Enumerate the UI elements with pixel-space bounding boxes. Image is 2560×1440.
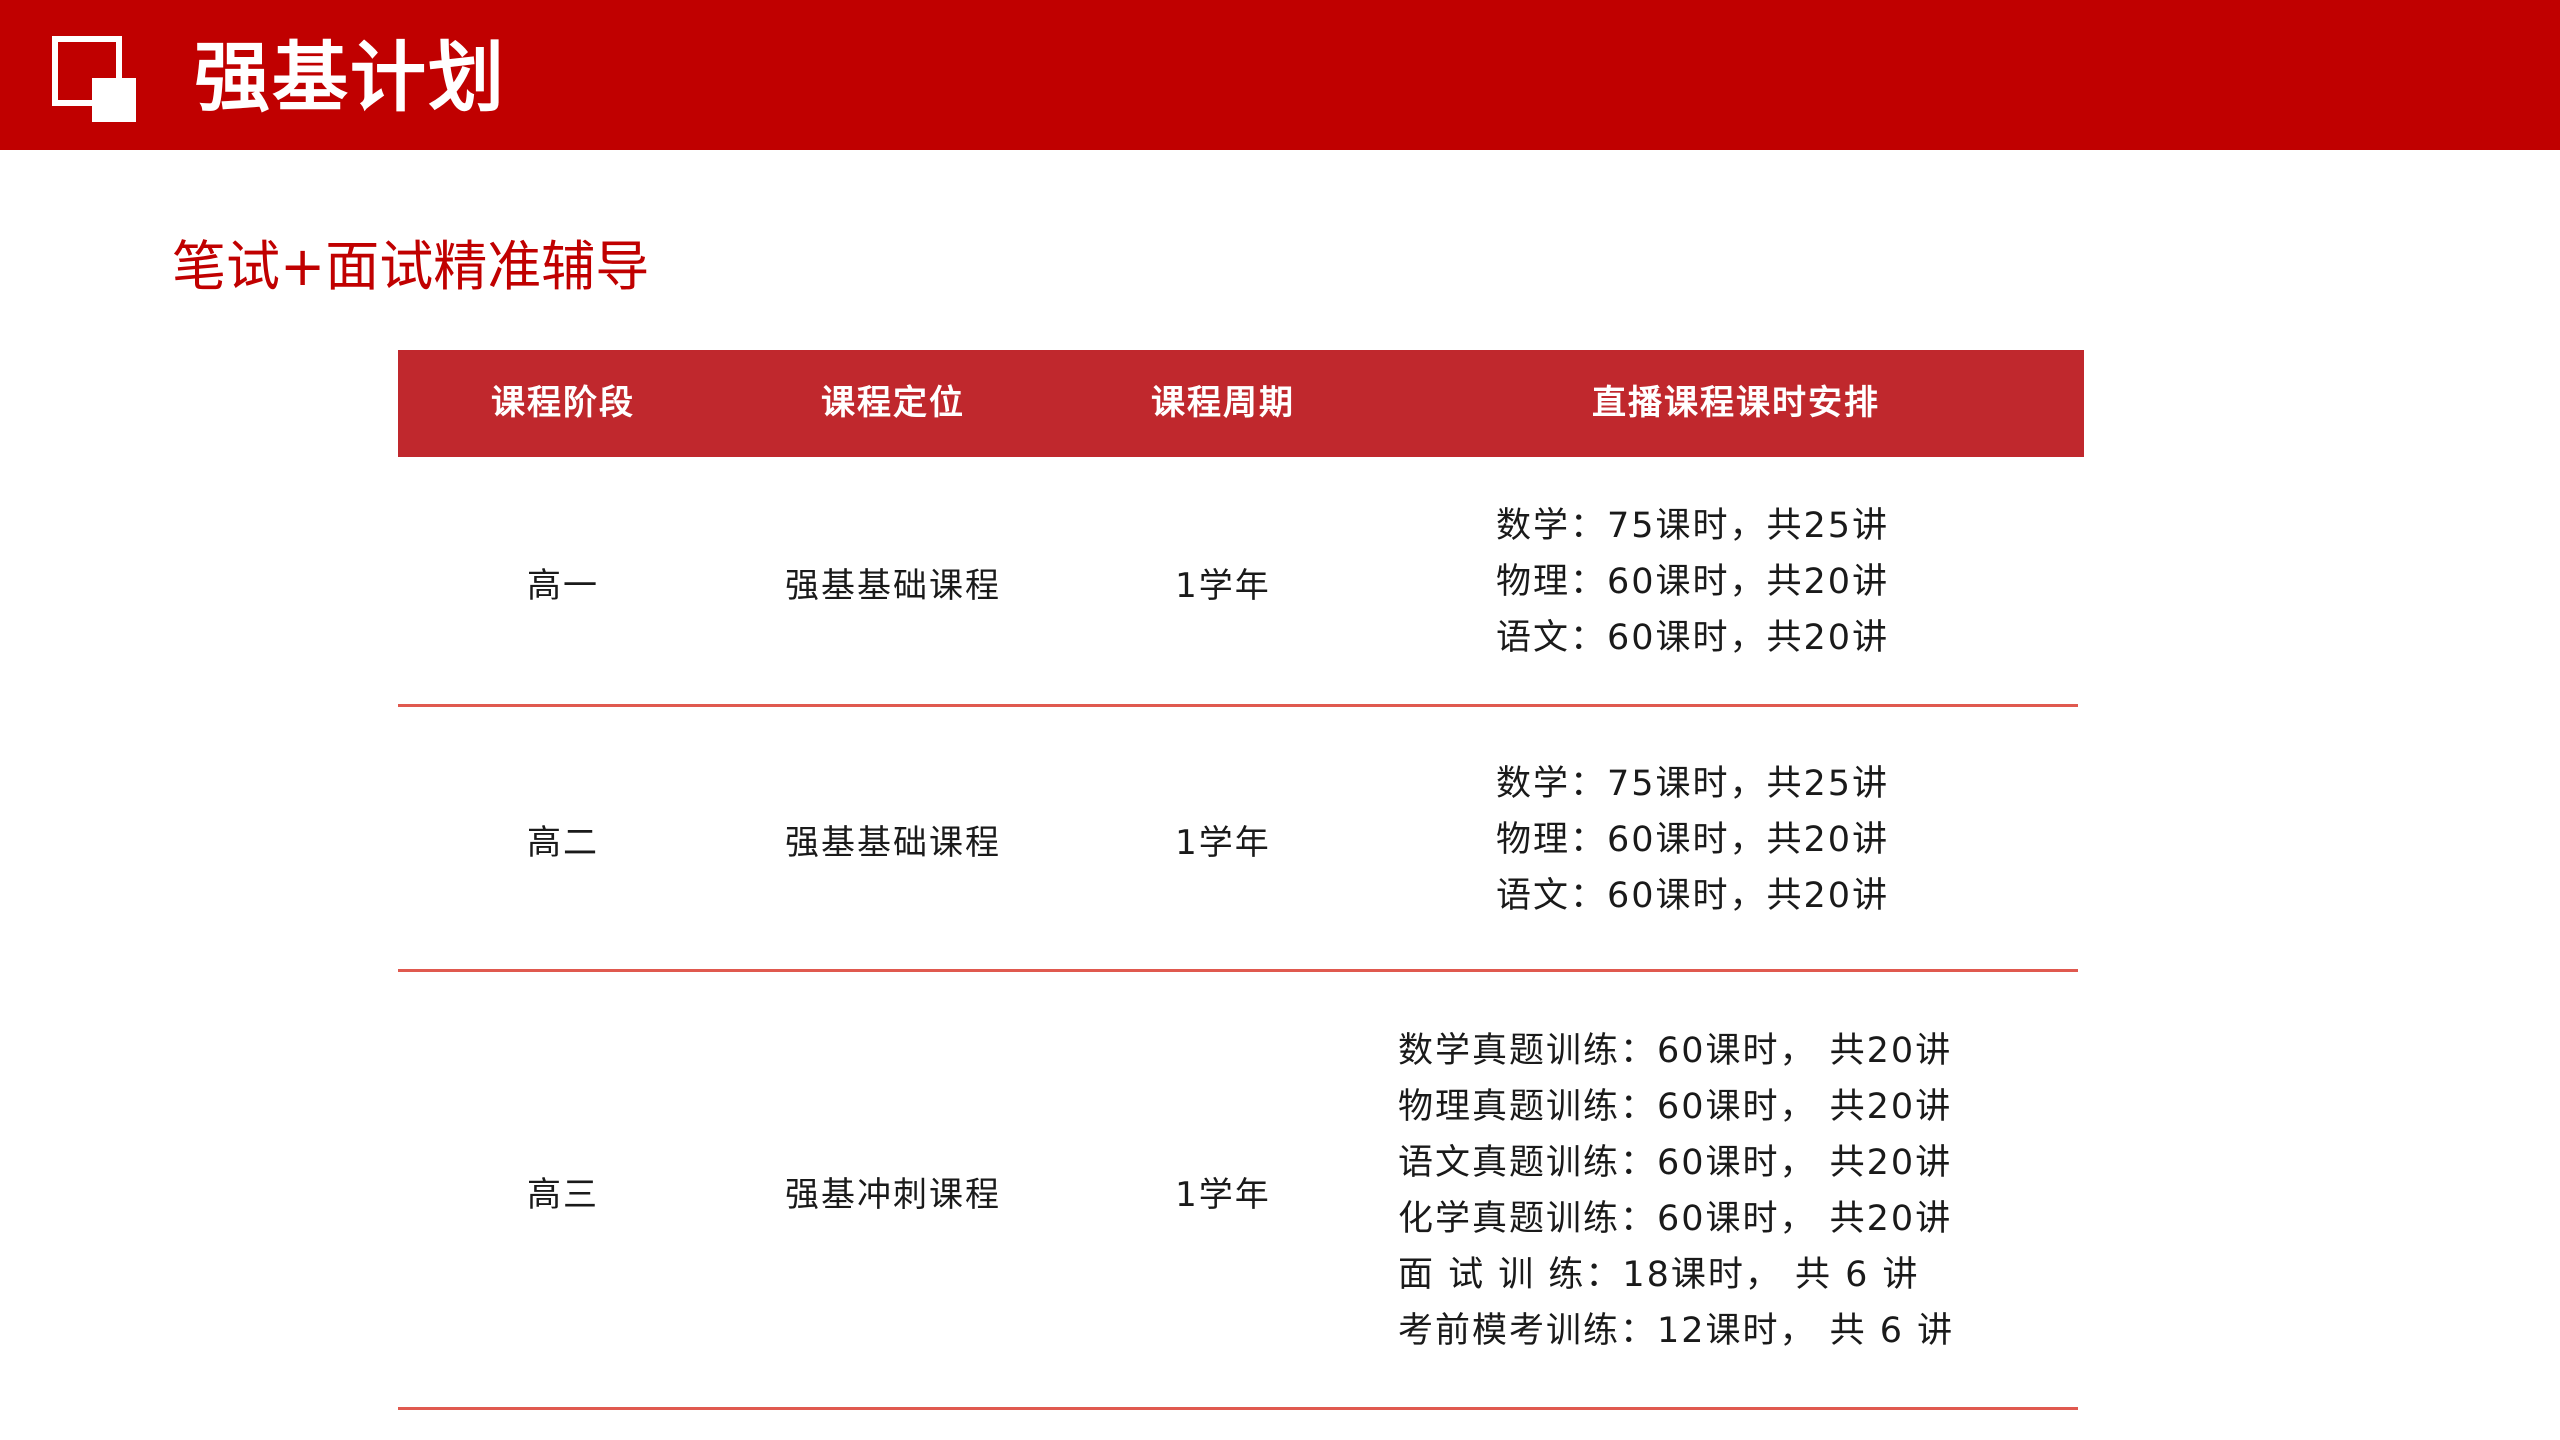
period-cell: 1学年	[1175, 1174, 1271, 1215]
table-row: 高三 强基冲刺课程 1学年 数学真题训练：60课时， 共20讲 物理真题训练：6…	[398, 972, 2084, 1410]
schedule-cell: 数学：75课时，共25讲 物理：60课时，共20讲 语文：60课时，共20讲	[1496, 457, 1889, 707]
schedule-line: 数学真题训练：60课时， 共20讲	[1398, 1031, 1953, 1071]
table-row: 高二 强基基础课程 1学年 数学：75课时，共25讲 物理：60课时，共20讲 …	[398, 707, 2084, 972]
table-row: 高一 强基基础课程 1学年 数学：75课时，共25讲 物理：60课时，共20讲 …	[398, 457, 2084, 707]
schedule-line: 数学：75课时，共25讲	[1496, 506, 1890, 546]
column-header-stage: 课程阶段	[491, 383, 635, 423]
page-title: 强基计划	[194, 33, 506, 122]
period-cell: 1学年	[1175, 565, 1271, 606]
stage-cell: 高三	[527, 1174, 599, 1215]
schedule-cell: 数学：75课时，共25讲 物理：60课时，共20讲 语文：60课时，共20讲	[1496, 707, 1889, 972]
schedule-line: 考前模考训练：12课时， 共 6 讲	[1398, 1311, 1955, 1351]
section-subtitle: 笔试+面试精准辅导	[172, 235, 650, 298]
schedule-line: 面 试 训 练：18课时， 共 6 讲	[1398, 1255, 1920, 1295]
column-header-schedule: 直播课程课时安排	[1592, 383, 1880, 423]
column-header-period: 课程周期	[1151, 383, 1295, 423]
table-header: 课程阶段 课程定位 课程周期 直播课程课时安排	[398, 350, 2084, 457]
position-cell: 强基冲刺课程	[785, 1174, 1001, 1215]
column-header-position: 课程定位	[821, 383, 965, 423]
position-cell: 强基基础课程	[785, 823, 1001, 863]
schedule-line: 化学真题训练：60课时， 共20讲	[1398, 1199, 1953, 1239]
schedule-line: 物理：60课时，共20讲	[1496, 819, 1890, 860]
row-divider	[398, 1407, 2078, 1410]
square-overlap-icon	[52, 36, 136, 122]
schedule-line: 数学：75课时，共25讲	[1496, 763, 1890, 804]
schedule-cell: 数学真题训练：60课时， 共20讲 物理真题训练：60课时， 共20讲 语文真题…	[1398, 972, 1954, 1410]
schedule-line: 物理真题训练：60课时， 共20讲	[1398, 1087, 1953, 1127]
schedule-line: 物理：60课时，共20讲	[1496, 562, 1890, 602]
position-cell: 强基基础课程	[785, 565, 1001, 606]
stage-cell: 高一	[527, 565, 599, 606]
schedule-line: 语文：60课时，共20讲	[1496, 618, 1890, 658]
schedule-line: 语文真题训练：60课时， 共20讲	[1398, 1143, 1953, 1183]
stage-cell: 高二	[527, 823, 599, 863]
schedule-line: 语文：60课时，共20讲	[1496, 875, 1890, 916]
top-banner: 强基计划	[0, 0, 2560, 150]
period-cell: 1学年	[1175, 823, 1271, 863]
course-table: 课程阶段 课程定位 课程周期 直播课程课时安排 高一 强基基础课程 1学年 数学…	[398, 350, 2084, 1410]
